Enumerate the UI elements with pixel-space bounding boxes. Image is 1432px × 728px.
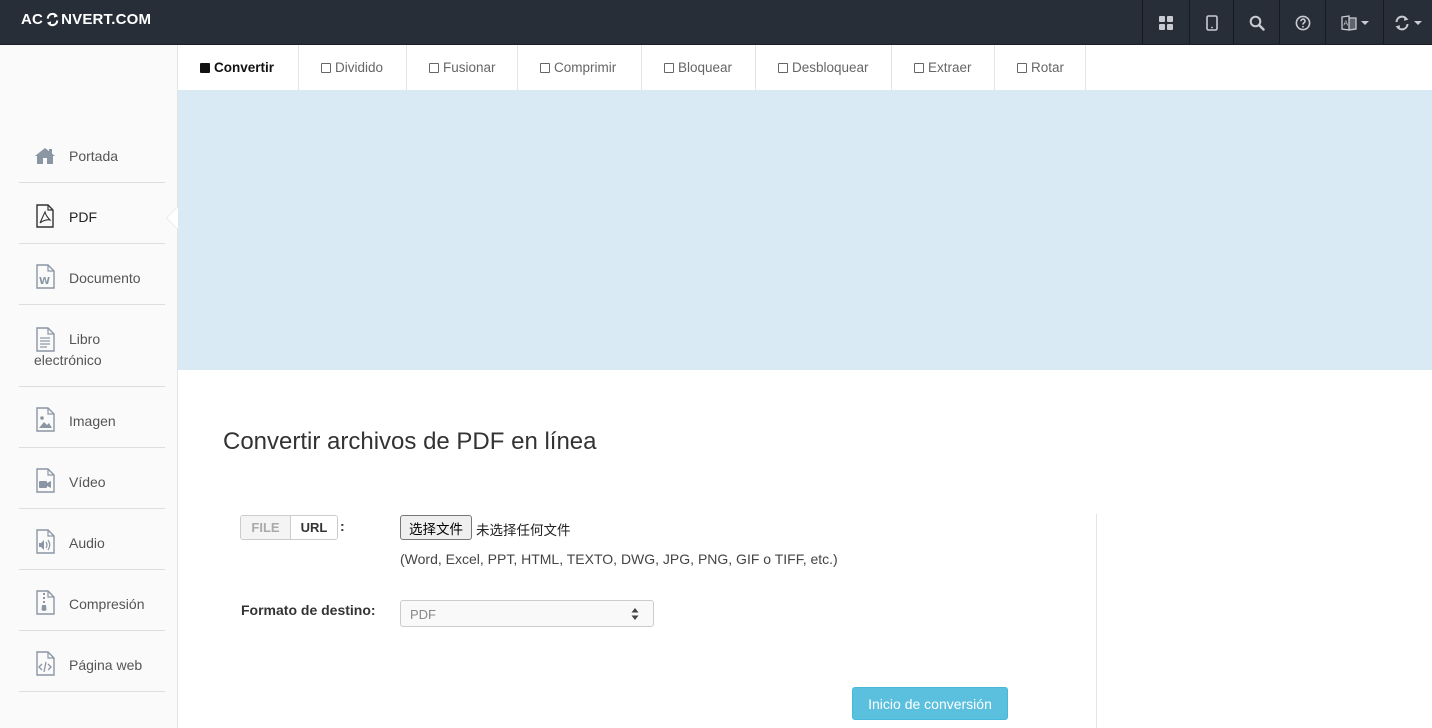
tab-extraer[interactable]: Extraer (892, 45, 995, 90)
sidebar-item-portada[interactable]: Portada (19, 137, 165, 183)
target-format-label: Formato de destino: (241, 602, 376, 618)
checkbox-icon (914, 62, 924, 73)
sidebar-item-compresion[interactable]: Compresión (19, 570, 165, 631)
source-colon: : (340, 518, 345, 534)
home-icon (34, 146, 56, 171)
logo-text-left: AC (21, 11, 44, 28)
tab-label: Dividido (335, 60, 384, 75)
pdf-icon (34, 204, 56, 233)
logo-sync-icon (45, 12, 60, 27)
url-source-button[interactable]: URL (291, 516, 337, 539)
tab-label: Extraer (928, 60, 972, 75)
ad-banner-area (178, 90, 1432, 370)
supported-formats-hint: (Word, Excel, PPT, HTML, TEXTO, DWG, JPG… (400, 551, 838, 567)
tab-dividido[interactable]: Dividido (299, 45, 407, 90)
sidebar-item-documento[interactable]: W Documento (19, 244, 165, 305)
sidebar-item-pagina-web[interactable]: Página web (19, 631, 165, 692)
archive-icon (34, 590, 56, 620)
sidebar-item-label: PDF (69, 209, 97, 225)
svg-text:W: W (39, 276, 50, 287)
sidebar-item-video[interactable]: Vídeo (19, 448, 165, 509)
start-conversion-button[interactable]: Inicio de conversión (852, 687, 1008, 720)
document-icon: W (34, 264, 56, 294)
source-toggle: FILE URL (240, 515, 338, 540)
category-sidebar: Portada PDF W Documento Libro electrónic… (0, 45, 178, 728)
svg-text:A: A (1343, 19, 1348, 27)
sidebar-item-label: Vídeo (69, 474, 106, 490)
checkbox-icon (200, 62, 210, 73)
apps-icon[interactable] (1142, 0, 1189, 45)
checkbox-icon (540, 62, 550, 73)
tab-rotar[interactable]: Rotar (995, 45, 1086, 90)
site-logo[interactable]: AC NVERT.COM (21, 11, 151, 28)
image-icon (34, 407, 56, 437)
active-pointer (167, 207, 178, 229)
video-icon (34, 468, 56, 498)
refresh-icon[interactable] (1383, 0, 1432, 45)
tab-label: Bloquear (678, 60, 733, 75)
checkbox-icon (1017, 62, 1027, 73)
sidebar-item-pdf[interactable]: PDF (19, 183, 165, 244)
webpage-icon (34, 651, 56, 681)
tab-label: Comprimir (554, 60, 617, 75)
page-title: Convertir archivos de PDF en línea (223, 428, 597, 455)
tab-convertir[interactable]: Convertir (178, 45, 299, 90)
file-source-button[interactable]: FILE (241, 516, 291, 539)
checkbox-icon (429, 62, 439, 73)
choose-file-button[interactable]: 选择文件 (400, 515, 472, 540)
target-format-value: PDF (410, 607, 436, 622)
sidebar-item-label: Audio (69, 535, 105, 551)
sidebar-item-label: Página web (69, 657, 143, 673)
sidebar-item-label: Documento (69, 270, 141, 286)
sidebar-item-label: Compresión (69, 596, 145, 612)
sidebar-item-audio[interactable]: Audio (19, 509, 165, 570)
tab-label: Convertir (214, 60, 275, 75)
pdf-tool-tabs: Convertir Dividido Fusionar Comprimir Bl… (178, 45, 1086, 90)
tab-desbloquear[interactable]: Desbloquear (756, 45, 892, 90)
tablet-icon[interactable] (1189, 0, 1233, 45)
select-arrows-icon (631, 608, 639, 620)
sidebar-item-label-line2: electrónico (34, 352, 102, 368)
logo-text-right: NVERT.COM (61, 11, 152, 28)
tab-comprimir[interactable]: Comprimir (518, 45, 642, 90)
tab-label: Desbloquear (792, 60, 869, 75)
sidebar-item-libro-electronico[interactable]: Libro electrónico (19, 305, 165, 387)
checkbox-icon (321, 62, 331, 73)
chevron-down-icon (1414, 20, 1422, 25)
sidebar-item-label: Imagen (69, 413, 116, 429)
target-format-select[interactable]: PDF (400, 600, 654, 627)
top-icon-group: A (1142, 0, 1432, 45)
language-icon[interactable]: A (1325, 0, 1383, 45)
checkbox-icon (778, 62, 788, 73)
top-navbar: AC NVERT.COM A (0, 0, 1432, 45)
tab-fusionar[interactable]: Fusionar (407, 45, 518, 90)
audio-icon (34, 529, 56, 559)
tab-label: Rotar (1031, 60, 1065, 75)
tab-label: Fusionar (443, 60, 496, 75)
checkbox-icon (664, 62, 674, 73)
sidebar-item-label-line1: Libro (69, 331, 101, 347)
chevron-down-icon (1360, 20, 1369, 25)
file-status-text: 未选择任何文件 (476, 523, 571, 539)
column-divider (1096, 514, 1097, 728)
sidebar-item-label: Portada (69, 148, 119, 164)
sidebar-item-imagen[interactable]: Imagen (19, 387, 165, 448)
help-icon[interactable] (1279, 0, 1325, 45)
search-icon[interactable] (1233, 0, 1279, 45)
tab-bloquear[interactable]: Bloquear (642, 45, 756, 90)
